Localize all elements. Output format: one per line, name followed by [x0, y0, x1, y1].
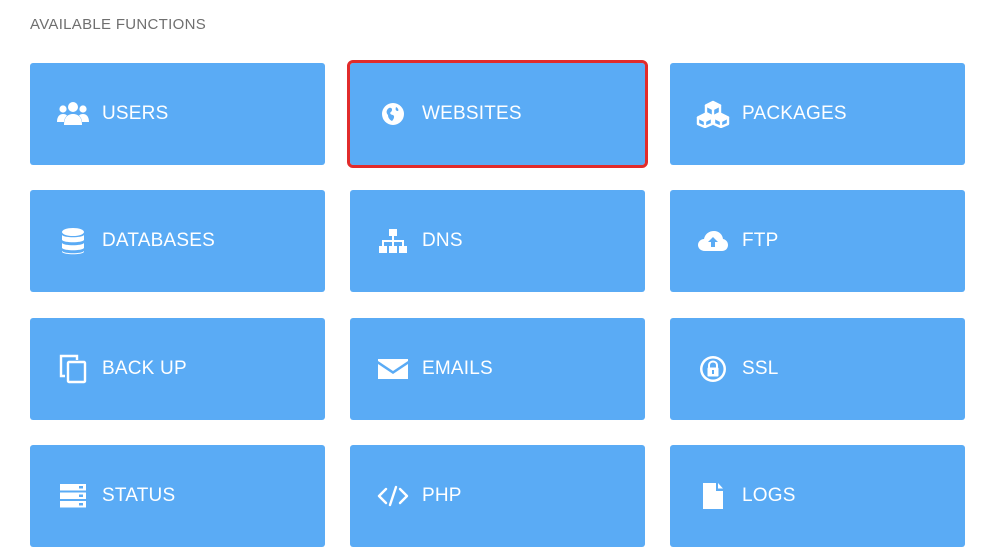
status-tile[interactable]: STATUS — [30, 445, 325, 547]
packages-label: PACKAGES — [742, 103, 847, 124]
database-icon — [56, 226, 90, 256]
globe-icon — [376, 99, 410, 129]
lock-icon — [696, 354, 730, 384]
logs-label: LOGS — [742, 485, 796, 506]
copy-icon — [56, 354, 90, 384]
php-tile[interactable]: PHP — [350, 445, 645, 547]
ssl-label: SSL — [742, 358, 779, 379]
envelope-icon — [376, 354, 410, 384]
packages-tile[interactable]: PACKAGES — [670, 63, 965, 165]
server-icon — [56, 481, 90, 511]
backup-tile[interactable]: BACK UP — [30, 318, 325, 420]
code-icon — [376, 481, 410, 511]
databases-tile[interactable]: DATABASES — [30, 190, 325, 292]
logs-tile[interactable]: LOGS — [670, 445, 965, 547]
backup-label: BACK UP — [102, 358, 187, 379]
php-label: PHP — [422, 485, 462, 506]
ftp-label: FTP — [742, 230, 779, 251]
websites-label: WEBSITES — [422, 103, 522, 124]
sitemap-icon — [376, 226, 410, 256]
emails-label: EMAILS — [422, 358, 493, 379]
section-title: AVAILABLE FUNCTIONS — [30, 16, 207, 33]
ssl-tile[interactable]: SSL — [670, 318, 965, 420]
cloud-upload-icon — [696, 226, 730, 256]
websites-tile[interactable]: WEBSITES — [347, 60, 648, 168]
cubes-icon — [696, 99, 730, 129]
ftp-tile[interactable]: FTP — [670, 190, 965, 292]
users-tile[interactable]: USERS — [30, 63, 325, 165]
users-label: USERS — [102, 103, 169, 124]
emails-tile[interactable]: EMAILS — [350, 318, 645, 420]
databases-label: DATABASES — [102, 230, 216, 251]
file-icon — [696, 481, 730, 511]
dns-label: DNS — [422, 230, 463, 251]
dns-tile[interactable]: DNS — [350, 190, 645, 292]
users-icon — [56, 99, 90, 129]
status-label: STATUS — [102, 485, 176, 506]
